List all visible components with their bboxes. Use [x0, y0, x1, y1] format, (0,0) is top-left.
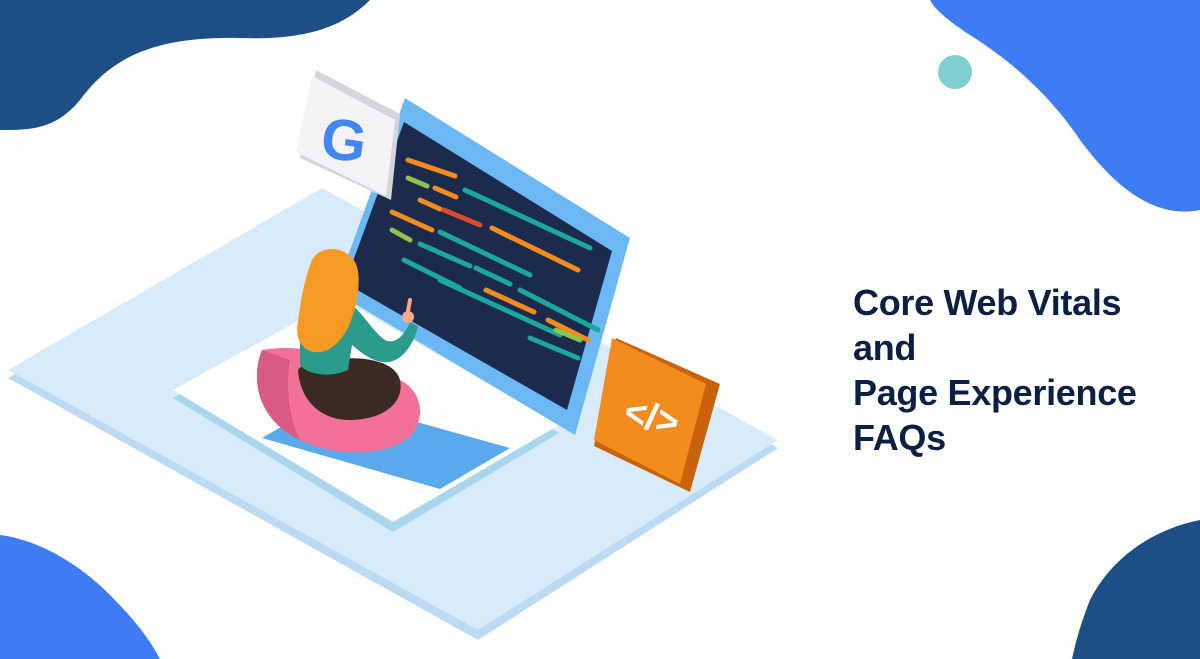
top-right-blob [930, 0, 1200, 212]
title-line-3: Page Experience [853, 372, 1137, 413]
title-line-4: FAQs [853, 417, 946, 458]
bottom-right-blob [1072, 520, 1200, 659]
bottom-left-blob [0, 535, 160, 659]
title-line-2: and [853, 327, 917, 368]
decorative-dot [938, 55, 972, 89]
google-letter: G [317, 105, 371, 176]
page-title: Core Web Vitals and Page Experience FAQs [853, 280, 1137, 460]
google-badge: G [296, 70, 400, 200]
title-line-1: Core Web Vitals [853, 282, 1122, 323]
